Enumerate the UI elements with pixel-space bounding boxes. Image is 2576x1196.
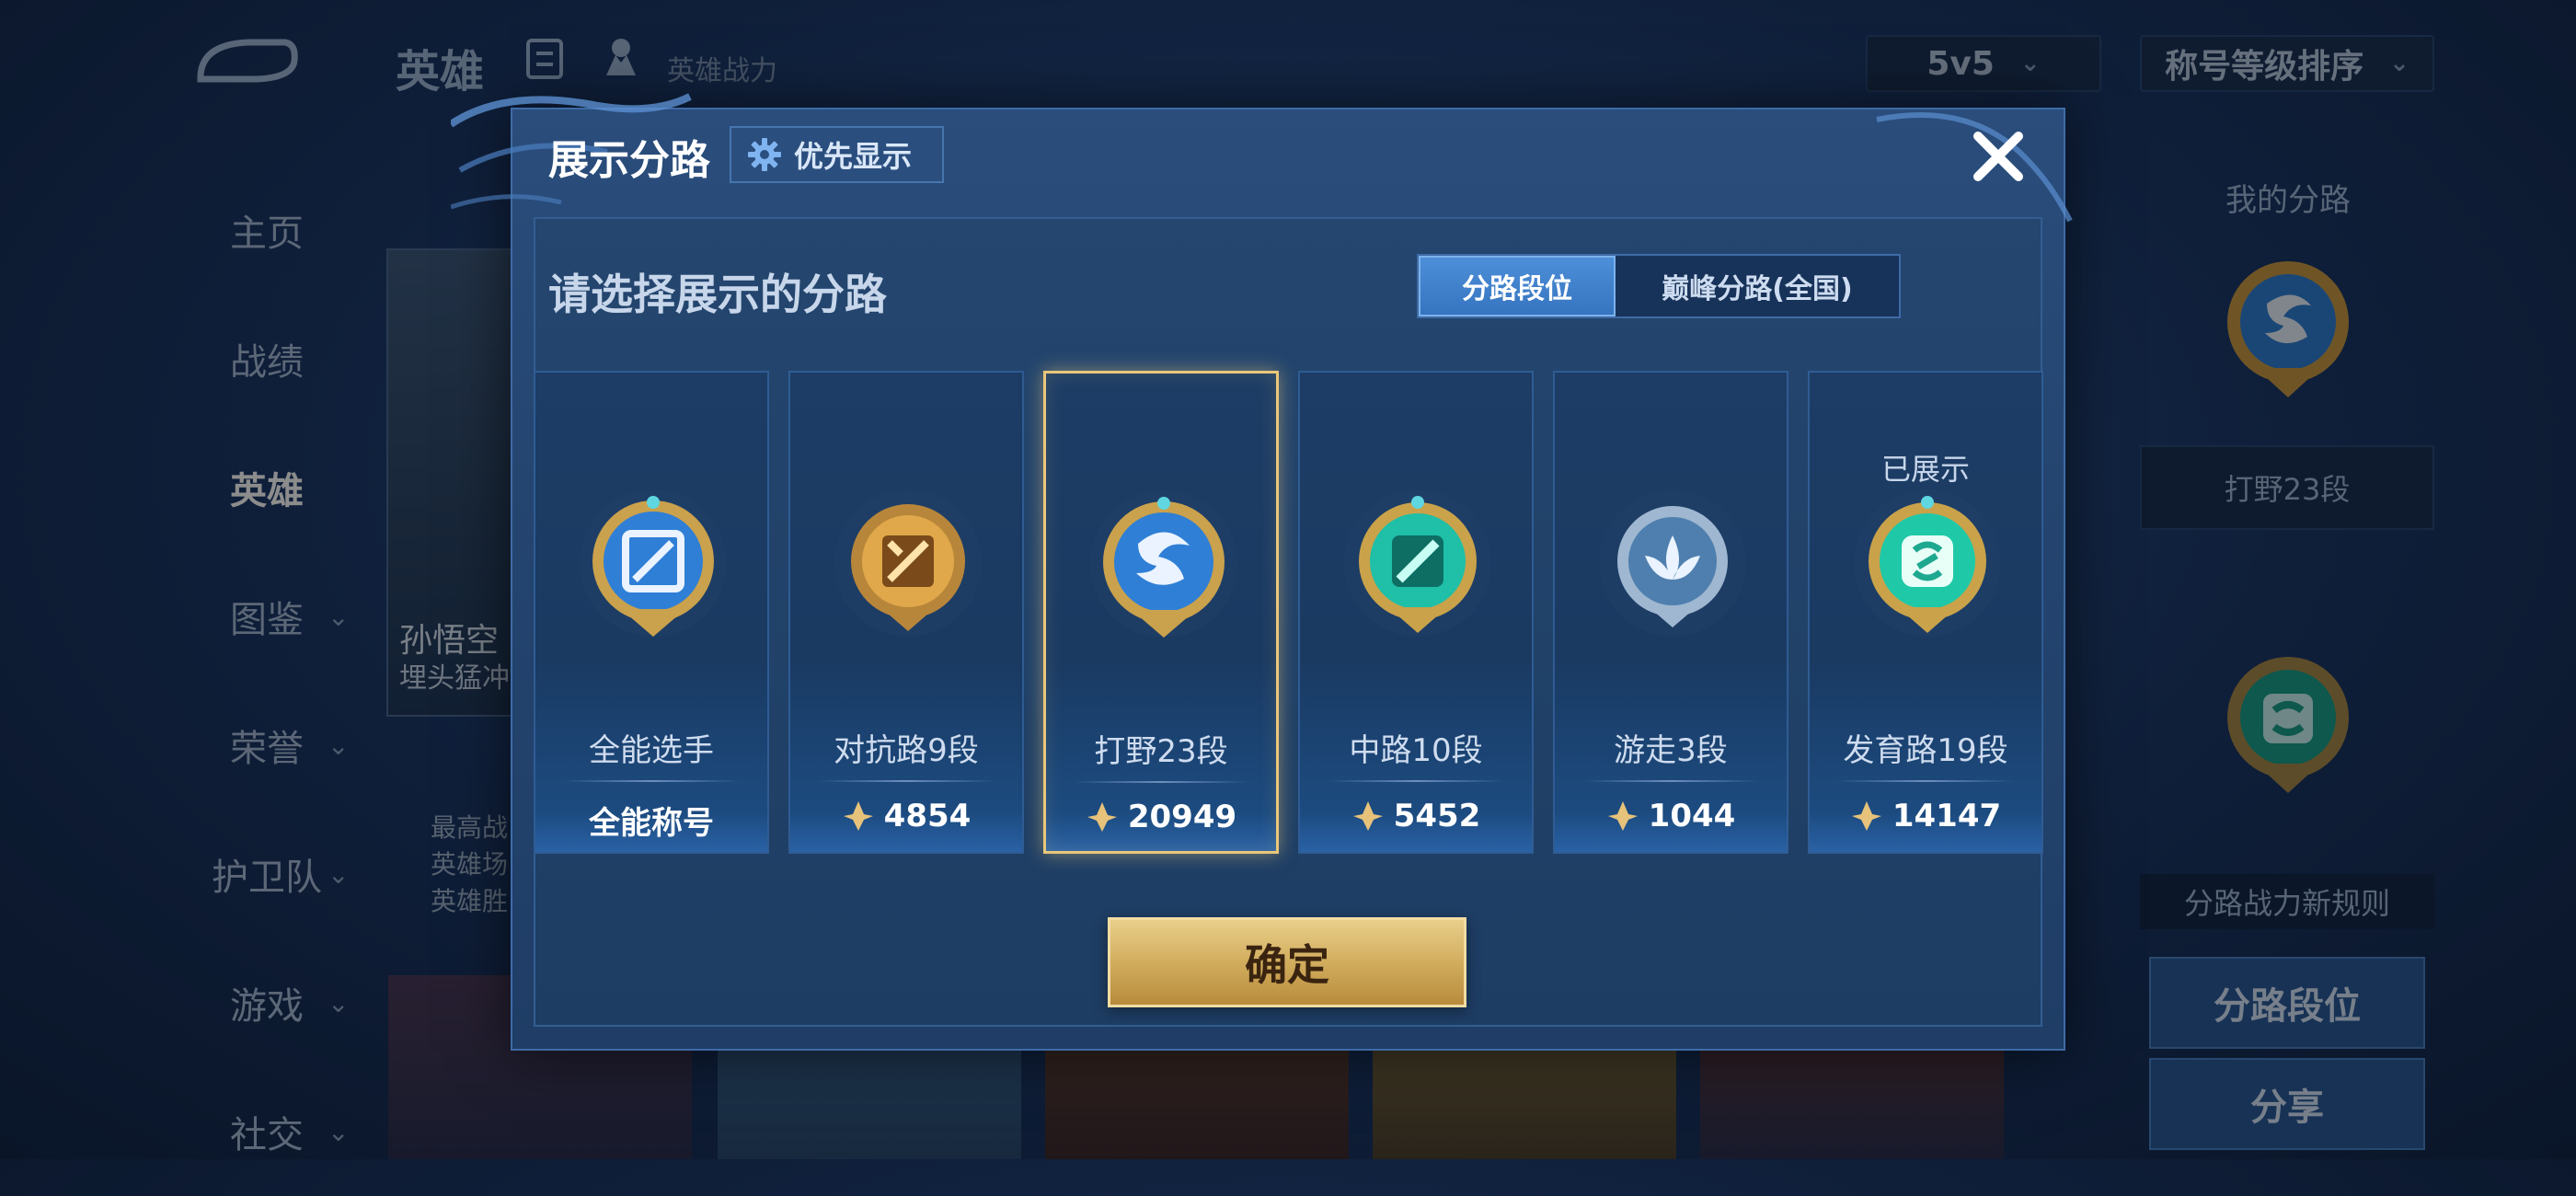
lane-card-clash[interactable]: 对抗路9段 4854 [788, 371, 1024, 854]
lane-name: 发育路19段 [1843, 732, 2008, 769]
lane-score: 全能称号 [535, 798, 767, 843]
sidebar-item-game[interactable]: 游戏 ⌄ [147, 938, 386, 1067]
power-icon [1851, 801, 1881, 831]
jungle-emblem-icon [2227, 261, 2349, 397]
clash-lane-emblem-icon [834, 489, 982, 637]
divider [1074, 781, 1248, 783]
allround-emblem-icon [580, 489, 727, 637]
priority-display-label: 优先显示 [794, 139, 913, 174]
lane-name: 对抗路9段 [834, 732, 979, 769]
sidebar-item-label: 荣誉 [230, 728, 304, 770]
hero-info-line: 英雄场 [431, 849, 509, 880]
sidebar-item-label: 游戏 [230, 985, 304, 1028]
sidebar-item-home[interactable]: 主页 [147, 166, 386, 294]
farm-lane-emblem-icon [2227, 657, 2349, 793]
lane-score: 5452 [1300, 798, 1532, 834]
confirm-button[interactable]: 确定 [1108, 917, 1466, 1007]
sidebar-item-hero[interactable]: 英雄 [147, 423, 386, 552]
my-lane-title: 我的分路 [2225, 182, 2351, 219]
power-icon [1352, 801, 1383, 831]
lane-name: 游走3段 [1614, 732, 1728, 769]
mode-select[interactable]: 5v5 ⌄ [1866, 35, 2101, 92]
chevron-down-icon: ⌄ [328, 601, 350, 632]
back-logo-icon[interactable] [193, 35, 299, 86]
jungle-emblem-icon [1090, 490, 1237, 638]
lane-card-mid[interactable]: 中路10段 5452 [1298, 371, 1534, 854]
mid-lane-emblem-icon [1344, 489, 1491, 637]
sidebar-item-social[interactable]: 社交 ⌄ [147, 1067, 386, 1196]
lane-score: 1044 [1555, 798, 1787, 834]
current-lane[interactable]: 打野23段 [2140, 445, 2434, 530]
list-icon[interactable] [526, 39, 563, 79]
lane-card-farm[interactable]: 已展示 发育路19段 14147 [1808, 371, 2043, 854]
divider [1837, 780, 2014, 782]
gear-icon [748, 138, 781, 171]
hero-info-line: 英雄胜 [431, 886, 509, 916]
sort-select-value: 称号等级排序 [2165, 48, 2364, 86]
sidebar-item-label: 社交 [230, 1114, 304, 1156]
sidebar-item-label: 战绩 [230, 341, 304, 384]
lane-score-value: 14147 [1892, 798, 2002, 834]
sidebar-item-label: 图鉴 [230, 599, 304, 641]
lane-name: 打野23段 [1094, 733, 1228, 770]
page-title: 英雄 [396, 46, 485, 98]
tab-peak-lane-national[interactable]: 巅峰分路(全国) [1616, 256, 1899, 316]
roam-emblem-icon [1599, 489, 1746, 637]
chevron-down-icon: ⌄ [2389, 50, 2409, 77]
sidebar-item-label: 主页 [230, 213, 304, 255]
divider [818, 780, 995, 782]
close-icon[interactable] [1969, 127, 2028, 186]
hero-power-icon [606, 39, 636, 75]
sidebar-item-honor[interactable]: 荣誉 ⌄ [147, 681, 386, 810]
lane-score-value: 全能称号 [589, 805, 714, 842]
power-icon [1607, 801, 1638, 831]
sidebar-item-record[interactable]: 战绩 [147, 294, 386, 423]
lane-score-value: 20949 [1127, 799, 1237, 835]
chevron-down-icon: ⌄ [328, 987, 350, 1018]
priority-display-button[interactable]: 优先显示 [730, 126, 944, 183]
divider [563, 780, 740, 782]
dialog-title: 展示分路 [548, 137, 710, 184]
chevron-down-icon: ⌄ [328, 1116, 350, 1147]
sidebar-nav: 主页 战绩 英雄 图鉴 ⌄ 荣誉 ⌄ 护卫队 ⌄ 游戏 ⌄ 社交 ⌄ [147, 166, 386, 1196]
lane-card-jungle[interactable]: 打野23段 20949 [1043, 371, 1279, 854]
chevron-down-icon: ⌄ [328, 858, 350, 890]
hero-info: 最高战 英雄场 英雄胜 [431, 810, 508, 920]
sidebar-item-label: 英雄 [230, 470, 304, 512]
lane-name: 中路10段 [1349, 732, 1483, 769]
chevron-down-icon: ⌄ [328, 730, 350, 761]
chevron-down-icon: ⌄ [2019, 50, 2041, 77]
tab-lane-rank[interactable]: 分路段位 [1419, 256, 1616, 316]
lane-name: 全能选手 [589, 732, 714, 769]
lane-score-value: 1044 [1648, 798, 1736, 834]
lane-card-roam[interactable]: 游走3段 1044 [1553, 371, 1788, 854]
sort-select[interactable]: 称号等级排序 ⌄ [2140, 35, 2434, 92]
power-icon [1087, 802, 1117, 832]
mode-select-value: 5v5 [1926, 44, 1995, 83]
sidebar-item-collection[interactable]: 图鉴 ⌄ [147, 552, 386, 681]
sidebar-item-label: 护卫队 [212, 857, 322, 899]
lane-rank-button[interactable]: 分路段位 [2149, 957, 2425, 1049]
lane-score-value: 5452 [1393, 798, 1481, 834]
lane-cards: 全能选手 全能称号 对抗路9段 4854 打野23段 20949 中路10段 5… [534, 371, 2043, 854]
divider [1582, 780, 1759, 782]
share-button[interactable]: 分享 [2149, 1058, 2425, 1150]
lane-power-rule-link[interactable]: 分路战力新规则 [2140, 874, 2434, 929]
hero-power-label: 英雄战力 [667, 55, 777, 87]
lane-score: 14147 [1810, 798, 2041, 834]
divider [1328, 780, 1504, 782]
farm-lane-emblem-icon [1854, 489, 2001, 637]
lane-score-value: 4854 [883, 798, 972, 834]
lane-score: 4854 [790, 798, 1022, 834]
instruction-text: 请选择展示的分路 [548, 270, 887, 319]
lane-tabs: 分路段位 巅峰分路(全国) [1417, 254, 1901, 318]
hero-info-line: 最高战 [431, 812, 509, 843]
lane-card-allround[interactable]: 全能选手 全能称号 [534, 371, 769, 854]
lane-score: 20949 [1046, 799, 1276, 835]
power-icon [843, 801, 873, 831]
sidebar-item-guard[interactable]: 护卫队 ⌄ [147, 810, 386, 938]
